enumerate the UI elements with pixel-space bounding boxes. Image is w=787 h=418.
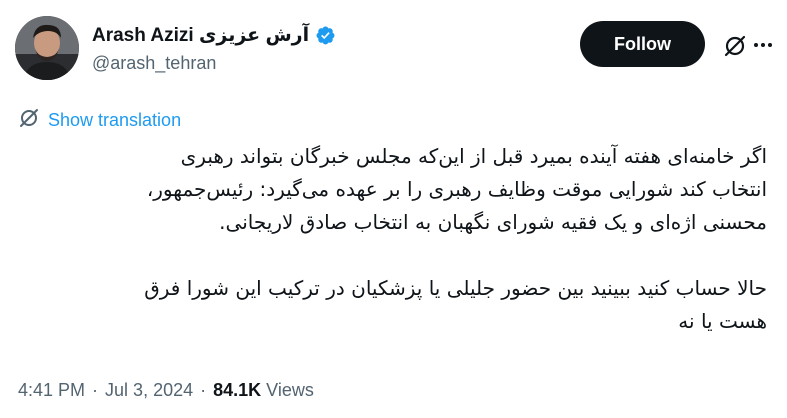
- author-display-name[interactable]: Arash Azizi آرش عزیزی: [92, 24, 309, 47]
- tweet-meta: 4:41 PM · Jul 3, 2024 · 84.1K Views: [18, 380, 314, 401]
- more-options-icon[interactable]: [751, 33, 775, 57]
- tweet-line: اگر خامنه‌ای هفته آینده بمیرد قبل از این…: [180, 144, 767, 168]
- meta-separator: ·: [200, 380, 207, 400]
- avatar[interactable]: [15, 16, 79, 80]
- verified-badge-icon: [315, 25, 336, 46]
- author-handle[interactable]: @arash_tehran: [92, 53, 336, 74]
- tweet-time[interactable]: 4:41 PM: [18, 380, 85, 401]
- author-names: Arash Azizi آرش عزیزی @arash_tehran: [92, 24, 336, 74]
- views-label: Views: [266, 380, 314, 400]
- views-count[interactable]: 84.1K: [213, 380, 261, 401]
- tweet-line: انتخاب کند شورایی موقت وظایف رهبری را بر…: [146, 177, 767, 201]
- show-translation-link[interactable]: Show translation: [18, 107, 181, 134]
- meta-separator: ·: [92, 380, 99, 400]
- tweet-text: اگر خامنه‌ای هفته آینده بمیرد قبل از این…: [20, 140, 767, 338]
- tweet-line: حالا حساب کنید ببینید بین حضور جلیلی یا …: [144, 276, 767, 300]
- tweet-line: هست یا نه: [678, 309, 767, 333]
- tweet-header: Arash Azizi آرش عزیزی @arash_tehran Foll…: [15, 14, 772, 84]
- show-translation-label: Show translation: [48, 110, 182, 130]
- tweet-date[interactable]: Jul 3, 2024: [105, 380, 193, 401]
- tweet-line: محسنی اژه‌ای و یک فقیه شورای نگهبان به ا…: [219, 210, 767, 234]
- grok-icon[interactable]: [722, 33, 748, 59]
- translate-icon: [18, 107, 40, 134]
- follow-button[interactable]: Follow: [580, 21, 705, 67]
